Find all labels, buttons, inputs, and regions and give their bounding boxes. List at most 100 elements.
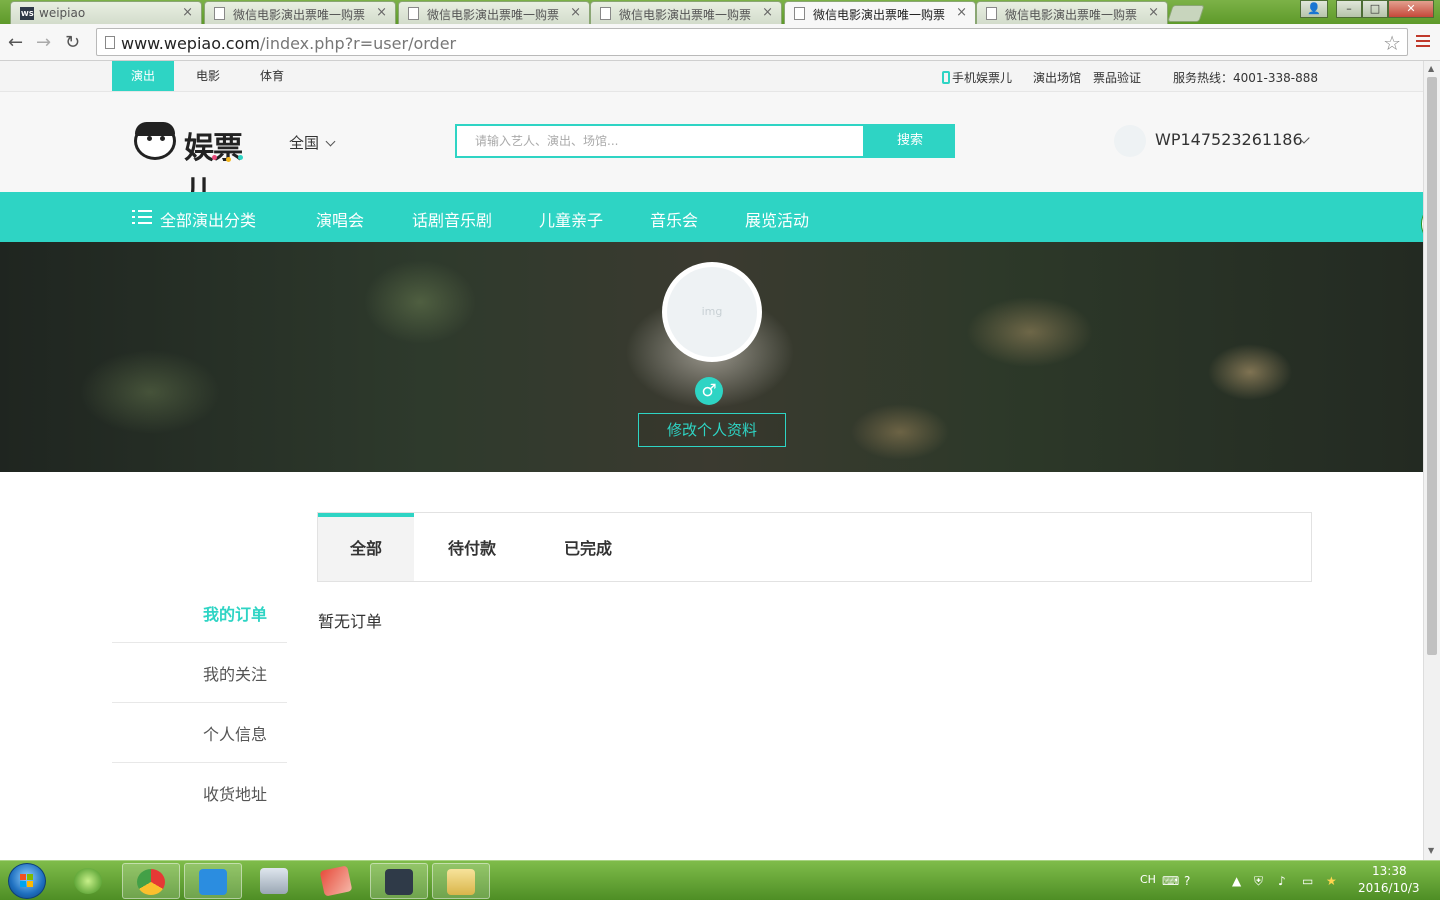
volume-icon[interactable]: ♪ bbox=[1278, 874, 1286, 888]
url-bar[interactable]: www.wepiao.com/index.php?r=user/order ☆ bbox=[96, 28, 1408, 56]
windows-logo-icon bbox=[20, 874, 34, 888]
browser-tab[interactable]: 微信电影演出票唯一购票 × bbox=[398, 1, 590, 24]
keyboard-icon[interactable]: ⌨ bbox=[1162, 874, 1179, 888]
close-icon[interactable]: × bbox=[376, 5, 387, 20]
url-text[interactable]: www.wepiao.com/index.php?r=user/order bbox=[121, 34, 456, 53]
search-input[interactable] bbox=[455, 124, 865, 158]
clock-date[interactable]: 2016/10/3 bbox=[1358, 881, 1420, 895]
webstorm-icon bbox=[385, 869, 413, 895]
taskbar-app-button[interactable] bbox=[60, 863, 118, 899]
taskbar-app-button[interactable] bbox=[246, 863, 304, 899]
mobile-app-link[interactable]: 手机娱票儿 bbox=[942, 69, 1012, 86]
address-toolbar: ← → ↻ www.wepiao.com/index.php?r=user/or… bbox=[0, 24, 1440, 61]
male-gender-icon: ♂ bbox=[695, 377, 723, 405]
category-exhibitions[interactable]: 展览活动 bbox=[745, 207, 809, 231]
page-icon bbox=[794, 7, 805, 20]
webstorm-favicon-icon: WS bbox=[20, 7, 34, 20]
search-button[interactable]: 搜索 bbox=[865, 124, 955, 158]
tab-all-orders[interactable]: 全部 bbox=[318, 513, 414, 581]
new-tab-button[interactable] bbox=[1167, 5, 1205, 22]
category-drama[interactable]: 话剧音乐剧 bbox=[412, 207, 492, 231]
close-icon[interactable]: × bbox=[570, 5, 581, 20]
edit-profile-button[interactable]: 修改个人资料 bbox=[638, 413, 786, 447]
chrome-icon bbox=[137, 869, 165, 895]
page-icon bbox=[105, 36, 115, 49]
close-icon[interactable]: × bbox=[182, 5, 193, 20]
avatar[interactable] bbox=[1114, 125, 1146, 157]
browser-tab[interactable]: 微信电影演出票唯一购票 × bbox=[976, 1, 1168, 24]
minimize-button[interactable]: – bbox=[1336, 0, 1362, 18]
topnav-sports[interactable]: 体育 bbox=[242, 61, 302, 91]
ime-indicator[interactable]: CH bbox=[1140, 873, 1156, 886]
empty-orders-message: 暂无订单 bbox=[318, 612, 383, 631]
taskbar-app-button[interactable] bbox=[370, 863, 428, 899]
tab-title: 微信电影演出票唯一购票 bbox=[619, 8, 752, 22]
scroll-thumb[interactable] bbox=[1427, 77, 1437, 655]
taskbar-app-button[interactable] bbox=[122, 863, 180, 899]
page-icon bbox=[986, 7, 997, 20]
side-item-following[interactable]: 我的关注 bbox=[112, 643, 287, 703]
venues-link[interactable]: 演出场馆 bbox=[1033, 69, 1081, 86]
topnav-shows[interactable]: 演出 bbox=[112, 61, 174, 91]
close-icon[interactable]: × bbox=[762, 5, 773, 20]
browser-tab-active[interactable]: 微信电影演出票唯一购票 × bbox=[784, 1, 976, 25]
taskbar-app-button[interactable] bbox=[432, 863, 490, 899]
side-item-address[interactable]: 收货地址 bbox=[112, 763, 287, 823]
username[interactable]: WP147523261186 bbox=[1155, 130, 1303, 149]
taskbar-app-button[interactable] bbox=[184, 863, 242, 899]
reload-icon[interactable]: ↻ bbox=[65, 32, 80, 53]
profile-banner: img ♂ 修改个人资料 bbox=[0, 242, 1423, 472]
side-item-my-orders[interactable]: 我的订单 bbox=[112, 583, 287, 643]
tray-expand-icon[interactable]: ▲ bbox=[1232, 874, 1241, 888]
topnav-movies[interactable]: 电影 bbox=[178, 61, 238, 91]
back-arrow-icon[interactable]: ← bbox=[8, 32, 23, 53]
tab-pending-payment[interactable]: 待付款 bbox=[426, 513, 518, 581]
top-utility-bar: 演出 电影 体育 手机娱票儿 演出场馆 票品验证 服务热线：4001-338-8… bbox=[0, 61, 1423, 92]
notes-icon bbox=[319, 865, 353, 897]
tab-completed[interactable]: 已完成 bbox=[540, 513, 636, 581]
browser-tab[interactable]: 微信电影演出票唯一购票 × bbox=[204, 1, 396, 24]
logo-dot bbox=[212, 155, 217, 160]
maximize-button[interactable]: □ bbox=[1362, 0, 1388, 18]
hotline-text: 服务热线：4001-338-888 bbox=[1173, 71, 1319, 85]
browser-menu-icon[interactable] bbox=[1416, 35, 1430, 49]
logo-mascot-icon bbox=[134, 122, 176, 160]
site-header: 娱票儿 全国 搜索 WP147523261186 bbox=[0, 92, 1423, 210]
clock-time[interactable]: 13:38 bbox=[1372, 864, 1407, 878]
forward-arrow-icon[interactable]: → bbox=[36, 32, 51, 53]
taskbar-app-button[interactable] bbox=[308, 863, 366, 899]
ticket-verify-link[interactable]: 票品验证 bbox=[1093, 69, 1141, 86]
category-classical[interactable]: 音乐会 bbox=[650, 207, 698, 231]
page-scrollbar[interactable]: ▲ ▼ bbox=[1423, 61, 1440, 860]
mobile-app-label: 手机娱票儿 bbox=[952, 71, 1013, 85]
scroll-down-icon[interactable]: ▼ bbox=[1428, 846, 1434, 855]
close-icon[interactable]: × bbox=[956, 5, 967, 20]
phone-icon bbox=[942, 71, 950, 84]
browser-tab[interactable]: WS weipiao × bbox=[10, 1, 202, 24]
category-concerts[interactable]: 演唱会 bbox=[316, 207, 364, 231]
side-item-personal-info[interactable]: 个人信息 bbox=[112, 703, 287, 763]
scroll-up-icon[interactable]: ▲ bbox=[1428, 64, 1434, 73]
help-icon[interactable]: ? bbox=[1184, 874, 1190, 888]
bookmark-star-icon[interactable]: ☆ bbox=[1383, 31, 1401, 55]
security-shield-icon[interactable]: ⛨ bbox=[1254, 874, 1263, 889]
tab-title: 微信电影演出票唯一购票 bbox=[813, 8, 946, 22]
start-button[interactable] bbox=[8, 863, 46, 899]
account-side-menu: 我的订单 我的关注 个人信息 收货地址 bbox=[112, 583, 287, 823]
page-viewport: 演出 电影 体育 手机娱票儿 演出场馆 票品验证 服务热线：4001-338-8… bbox=[0, 61, 1423, 860]
page-icon bbox=[600, 7, 611, 20]
city-label: 全国 bbox=[289, 134, 320, 152]
browser-tab[interactable]: 微信电影演出票唯一购票 × bbox=[590, 1, 782, 24]
page-icon bbox=[214, 7, 225, 20]
tab-title: 微信电影演出票唯一购票 bbox=[427, 8, 560, 22]
site-logo[interactable]: 娱票儿 bbox=[134, 119, 268, 210]
profile-avatar[interactable]: img bbox=[662, 262, 762, 362]
close-window-button[interactable]: ✕ bbox=[1388, 0, 1434, 18]
notification-icon[interactable]: ★ bbox=[1326, 874, 1337, 888]
close-icon[interactable]: × bbox=[1148, 5, 1159, 20]
all-categories-menu[interactable]: 全部演出分类 bbox=[160, 207, 256, 231]
network-icon[interactable]: ▭ bbox=[1302, 874, 1313, 888]
category-kids[interactable]: 儿童亲子 bbox=[539, 207, 603, 231]
user-profile-button[interactable]: 👤 bbox=[1300, 0, 1328, 18]
city-selector[interactable]: 全国 bbox=[289, 132, 336, 153]
